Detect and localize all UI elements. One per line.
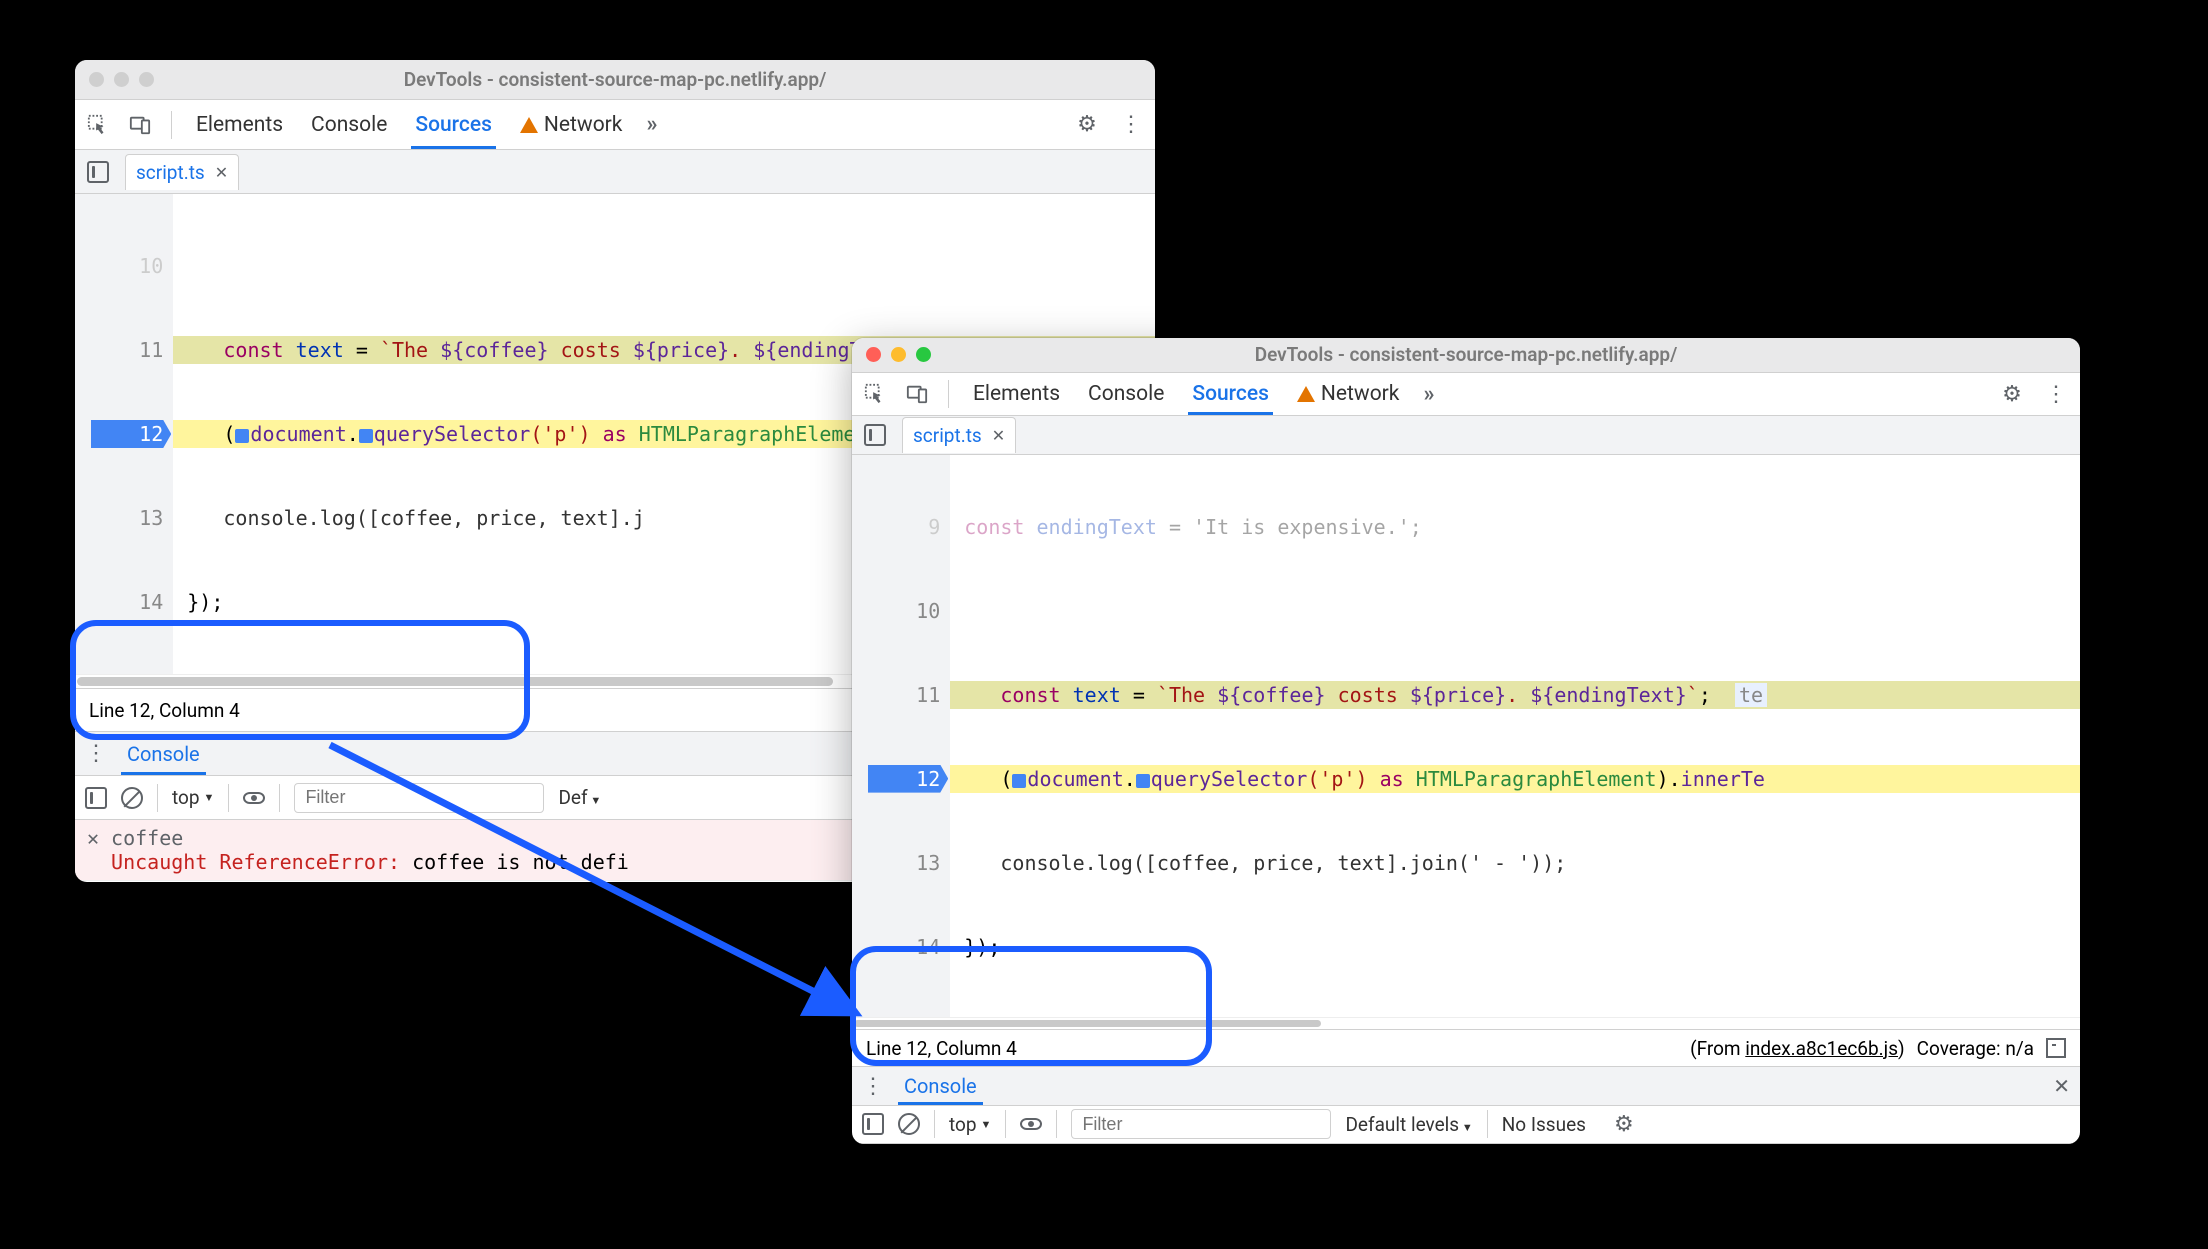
close-tab-icon[interactable]: ✕ [992,426,1005,445]
inspect-icon[interactable] [87,114,109,136]
devtools-window-b: DevTools - consistent-source-map-pc.netl… [852,338,2080,1144]
main-toolbar: Elements Console Sources Network » ⚙ ⋮ [75,100,1155,150]
more-tabs-icon[interactable]: » [1423,382,1432,407]
editor-statusbar: Line 12, Column 4 (From index.a8c1ec6b.j… [852,1029,2080,1067]
settings-gear-icon[interactable]: ⚙ [1075,112,1099,137]
window-title: DevTools - consistent-source-map-pc.netl… [852,343,2080,366]
drawer-tabs: ⋮ Console ✕ [852,1067,2080,1105]
horizontal-scrollbar[interactable] [852,1017,2080,1029]
file-tab-bar: script.ts ✕ [852,416,2080,454]
console-filter-input[interactable] [294,783,544,813]
zoom-window-icon[interactable] [916,347,931,362]
file-tab-script-ts[interactable]: script.ts ✕ [902,417,1016,453]
console-settings-gear-icon[interactable]: ⚙ [1614,1112,1634,1137]
drawer-kebab-icon[interactable]: ⋮ [862,1074,884,1099]
tab-network[interactable]: Network [516,100,627,149]
tab-sources[interactable]: Sources [411,100,496,149]
tab-network[interactable]: Network [1293,373,1404,416]
console-command: coffee [111,826,629,850]
close-window-icon[interactable] [866,347,881,362]
tab-elements[interactable]: Elements [969,373,1064,416]
coverage-label: Coverage: n/a [1917,1037,2034,1060]
titlebar: DevTools - consistent-source-map-pc.netl… [852,338,2080,373]
clear-console-icon[interactable] [898,1113,920,1135]
drawer-kebab-icon[interactable]: ⋮ [85,741,107,766]
sidebar-toggle-icon[interactable] [85,787,107,809]
device-toggle-icon[interactable] [906,383,928,405]
window-title: DevTools - consistent-source-map-pc.netl… [75,68,1155,91]
execution-context-selector[interactable]: top [172,786,214,809]
sidebar-toggle-icon[interactable] [862,1113,884,1135]
line-gutter[interactable]: 10 11 12 13 14 [75,194,173,674]
navigator-toggle-icon[interactable] [864,424,886,446]
error-icon [87,826,99,850]
kebab-icon[interactable]: ⋮ [2044,382,2068,407]
console-toolbar: top Default levels No Issues ⚙ [852,1106,2080,1144]
more-tabs-icon[interactable]: » [646,112,655,137]
divider [948,380,949,408]
main-toolbar: Elements Console Sources Network » ⚙ ⋮ [852,373,2080,417]
issues-label[interactable]: No Issues [1502,1113,1586,1136]
sourcemap-origin: (From index.a8c1ec6b.js) [1690,1037,1905,1060]
code-lines[interactable]: const endingText = 'It is expensive.'; c… [950,455,2080,1017]
settings-gear-icon[interactable]: ⚙ [2000,382,2024,407]
cursor-position: Line 12, Column 4 [89,699,240,722]
tab-console[interactable]: Console [1084,373,1168,416]
line-gutter[interactable]: 9 10 11 12 13 14 15 [852,455,950,1017]
console-filter-input[interactable] [1071,1109,1331,1139]
device-toggle-icon[interactable] [129,114,151,136]
titlebar: DevTools - consistent-source-map-pc.netl… [75,60,1155,100]
file-tab-label: script.ts [913,424,982,447]
inspect-icon[interactable] [864,383,886,405]
tab-console[interactable]: Console [307,100,391,149]
kebab-icon[interactable]: ⋮ [1119,112,1143,137]
code-editor[interactable]: 9 10 11 12 13 14 15 const endingText = '… [852,455,2080,1017]
window-controls[interactable] [89,72,154,87]
tab-sources[interactable]: Sources [1188,373,1273,416]
drawer-tab-console[interactable]: Console [121,732,206,775]
drawer-tab-console[interactable]: Console [898,1067,983,1104]
file-tab-label: script.ts [136,161,205,184]
window-controls[interactable] [866,347,931,362]
navigator-toggle-icon[interactable] [87,161,109,183]
cursor-position: Line 12, Column 4 [866,1037,1017,1060]
minimize-window-icon[interactable] [891,347,906,362]
close-drawer-icon[interactable]: ✕ [2053,1074,2070,1098]
file-tab-bar: script.ts ✕ [75,150,1155,194]
live-expression-icon[interactable] [243,792,265,804]
log-levels-selector[interactable]: Default levels [1345,1113,1472,1136]
divider [171,111,172,139]
execution-context-selector[interactable]: top [949,1113,991,1136]
coverage-icon[interactable] [2046,1038,2066,1058]
live-expression-icon[interactable] [1020,1118,1042,1130]
file-tab-script-ts[interactable]: script.ts ✕ [125,154,239,190]
close-tab-icon[interactable]: ✕ [215,163,228,182]
log-levels-selector[interactable]: Def [558,786,601,809]
clear-console-icon[interactable] [121,787,143,809]
tab-elements[interactable]: Elements [192,100,287,149]
